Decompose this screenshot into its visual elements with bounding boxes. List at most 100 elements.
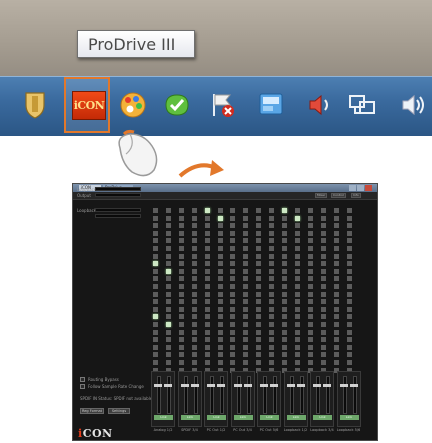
routing-cell[interactable]	[165, 230, 171, 236]
routing-bypass-checkbox[interactable]	[80, 377, 85, 382]
fader-handle[interactable]	[323, 384, 331, 387]
routing-cell[interactable]	[153, 291, 158, 297]
fader-track[interactable]	[352, 376, 357, 414]
routing-cell[interactable]	[178, 291, 184, 297]
routing-cell[interactable]	[333, 230, 339, 236]
routing-cell[interactable]	[269, 306, 275, 312]
palette-icon[interactable]	[116, 85, 150, 125]
icon-app-tray-button[interactable]: iCON	[64, 77, 110, 133]
routing-cell[interactable]	[307, 291, 313, 297]
routing-cell[interactable]	[165, 261, 171, 267]
routing-cell[interactable]	[153, 352, 158, 358]
routing-cell[interactable]	[320, 322, 326, 327]
routing-cell[interactable]	[346, 261, 352, 267]
shield-icon[interactable]	[18, 85, 52, 125]
routing-cell[interactable]	[307, 208, 313, 213]
routing-cell[interactable]	[307, 299, 313, 305]
routing-cell[interactable]	[333, 337, 339, 343]
routing-cell[interactable]	[346, 322, 352, 327]
fader-handle[interactable]	[207, 384, 215, 387]
routing-cell[interactable]	[333, 329, 339, 335]
routing-cell[interactable]	[153, 322, 158, 327]
fader-track[interactable]	[193, 376, 198, 414]
routing-cell[interactable]	[346, 352, 352, 358]
routing-cell[interactable]	[294, 291, 300, 297]
routing-cell[interactable]	[243, 291, 249, 297]
routing-cell[interactable]	[230, 306, 236, 312]
routing-cell[interactable]	[282, 291, 287, 297]
reg-format-button[interactable]: Reg Format	[80, 408, 104, 414]
routing-cell[interactable]	[346, 208, 352, 213]
routing-cell[interactable]	[307, 306, 313, 312]
fader-track[interactable]	[342, 376, 347, 414]
fader-handle[interactable]	[180, 384, 189, 387]
mixer-button[interactable]: Mixer	[315, 193, 328, 198]
routing-cell[interactable]	[153, 215, 158, 221]
routing-cell[interactable]	[269, 329, 275, 335]
routing-cell[interactable]	[294, 314, 300, 320]
routing-cell[interactable]	[346, 306, 352, 312]
routing-cell[interactable]	[217, 337, 223, 343]
routing-cell[interactable]	[230, 253, 236, 259]
routing-cell[interactable]	[320, 268, 326, 274]
routing-cell[interactable]	[243, 299, 249, 305]
routing-cell[interactable]	[333, 299, 339, 305]
routing-cell[interactable]	[153, 337, 158, 343]
routing-cell[interactable]	[256, 291, 262, 297]
routing-cell[interactable]	[333, 360, 339, 365]
fader-track[interactable]	[236, 376, 241, 414]
control-button[interactable]: Control	[331, 193, 346, 198]
routing-cell[interactable]	[191, 344, 197, 350]
routing-cell[interactable]	[333, 246, 339, 251]
routing-cell[interactable]	[282, 337, 287, 343]
strip-link-button[interactable]: Link	[207, 415, 226, 420]
routing-cell[interactable]	[243, 352, 249, 358]
fader-track[interactable]	[246, 376, 251, 414]
routing-cell[interactable]	[153, 360, 158, 365]
routing-cell[interactable]	[269, 215, 275, 221]
routing-cell[interactable]	[320, 238, 326, 244]
routing-cell[interactable]	[191, 261, 197, 267]
routing-cell[interactable]	[191, 352, 197, 358]
routing-cell[interactable]	[307, 352, 313, 358]
routing-cell[interactable]	[191, 329, 197, 335]
routing-cell[interactable]	[178, 322, 184, 327]
routing-cell[interactable]	[294, 253, 300, 259]
routing-cell[interactable]	[178, 208, 184, 213]
routing-cell[interactable]	[269, 352, 275, 358]
routing-cell[interactable]	[333, 352, 339, 358]
routing-cell[interactable]	[178, 230, 184, 236]
routing-cell[interactable]	[282, 261, 287, 267]
routing-cell[interactable]	[230, 360, 236, 365]
strip-link-button[interactable]: Link	[233, 415, 253, 420]
routing-cell[interactable]	[243, 276, 249, 282]
fader-track[interactable]	[167, 376, 171, 414]
routing-cell[interactable]	[346, 344, 352, 350]
routing-cell[interactable]	[282, 329, 287, 335]
routing-cell[interactable]	[217, 276, 223, 282]
strip-link-button[interactable]: Link	[339, 415, 359, 420]
routing-cell[interactable]	[294, 352, 300, 358]
routing-cell[interactable]	[191, 276, 197, 282]
routing-cell[interactable]	[282, 268, 287, 274]
routing-cell[interactable]	[204, 344, 210, 350]
routing-cell[interactable]	[243, 246, 249, 251]
fader-handle[interactable]	[270, 384, 278, 387]
routing-cell[interactable]	[191, 208, 197, 213]
routing-cell[interactable]	[153, 299, 158, 305]
routing-cell[interactable]	[243, 238, 249, 244]
routing-cell[interactable]	[243, 360, 249, 365]
routing-cell[interactable]	[230, 276, 236, 282]
routing-cell[interactable]	[282, 352, 287, 358]
routing-cell[interactable]	[307, 329, 313, 335]
routing-cell[interactable]	[204, 322, 210, 327]
routing-cell[interactable]	[256, 360, 262, 365]
routing-cell[interactable]	[307, 261, 313, 267]
routing-cell[interactable]	[346, 360, 352, 365]
routing-cell[interactable]	[204, 246, 210, 251]
routing-cell[interactable]	[294, 284, 300, 289]
routing-cell[interactable]	[178, 215, 184, 221]
routing-cell[interactable]	[333, 223, 339, 229]
routing-cell[interactable]	[230, 352, 236, 358]
routing-cell[interactable]	[256, 215, 262, 221]
